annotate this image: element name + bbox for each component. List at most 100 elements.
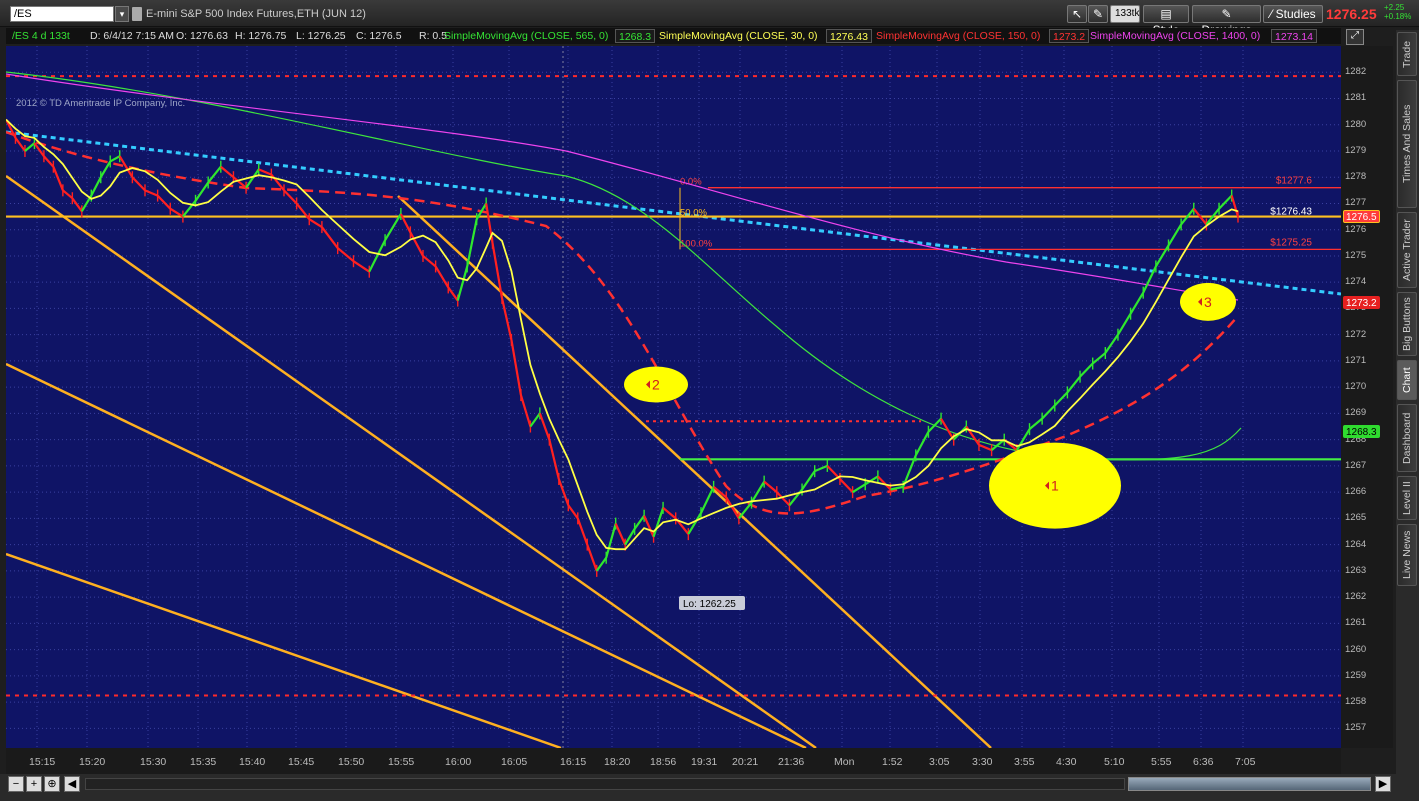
cursor-icon[interactable]: ↖ bbox=[1067, 5, 1087, 23]
price-tick-label: 1262 bbox=[1345, 591, 1367, 603]
price-segment bbox=[927, 417, 942, 433]
price-segment bbox=[529, 412, 541, 428]
price-tick-label: 1259 bbox=[1345, 669, 1367, 681]
price-segment bbox=[510, 339, 522, 396]
fibonacci-retracement[interactable]: 0.0% $1277.650.0% $1276.43100.0% $1275.25 bbox=[679, 176, 1341, 251]
zoom-in-button[interactable]: + bbox=[26, 776, 42, 792]
price-tick-label: 1279 bbox=[1345, 144, 1367, 156]
time-tick-label: 15:50 bbox=[338, 756, 365, 768]
marker-label: 3 bbox=[1204, 294, 1212, 310]
price-segment bbox=[422, 255, 437, 268]
marker-label: 1 bbox=[1051, 478, 1059, 494]
side-tab-trade[interactable]: Trade bbox=[1397, 32, 1417, 76]
sma-565-label[interactable]: SimpleMovingAvg (CLOSE, 565, 0) bbox=[444, 30, 608, 42]
price-segment bbox=[90, 176, 102, 197]
trend-line[interactable] bbox=[6, 552, 562, 748]
bar-datetime: D: 6/4/12 7:15 AM bbox=[90, 30, 175, 42]
symbol-dropdown-button[interactable]: ▾ bbox=[115, 6, 129, 22]
price-tag: 1273.2 bbox=[1343, 296, 1380, 310]
aggregation-button[interactable]: 133tk bbox=[1110, 5, 1140, 23]
price-segment bbox=[1053, 391, 1069, 407]
time-tick-label: 21:36 bbox=[778, 756, 805, 768]
side-tab-dashboard[interactable]: Dashboard bbox=[1397, 404, 1417, 472]
price-segment bbox=[1117, 313, 1132, 336]
price-segment bbox=[144, 189, 159, 197]
side-tab-chart[interactable]: Chart bbox=[1397, 360, 1417, 400]
time-scrollbar[interactable] bbox=[85, 778, 1125, 790]
fib-value-label: $1277.6 bbox=[1276, 176, 1313, 187]
price-segment bbox=[321, 226, 339, 249]
trend-line[interactable] bbox=[397, 195, 992, 748]
symbol-input[interactable]: /ES bbox=[10, 6, 114, 22]
wrench-icon[interactable]: ✎ bbox=[1088, 5, 1108, 23]
side-tab-live-news[interactable]: Live News bbox=[1397, 524, 1417, 586]
time-tick-label: 16:15 bbox=[560, 756, 587, 768]
trend-line-dotted[interactable] bbox=[6, 130, 1341, 296]
price-segment bbox=[131, 176, 146, 192]
toolbar: /ES ▾ E-mini S&P 500 Index Futures,ETH (… bbox=[0, 0, 1419, 37]
price-segment bbox=[434, 265, 450, 289]
fib-level-label: 100.0% bbox=[680, 238, 713, 249]
price-tick-label: 1258 bbox=[1345, 696, 1367, 708]
side-tab-level-ii[interactable]: Level II bbox=[1397, 476, 1417, 520]
studies-button[interactable]: ⁄ Studies bbox=[1263, 5, 1323, 23]
time-tick-label: 4:30 bbox=[1056, 756, 1077, 768]
time-tick-label: 20:21 bbox=[732, 756, 759, 768]
style-button[interactable]: ▤ Style bbox=[1143, 5, 1189, 37]
time-tick-label: 18:20 bbox=[604, 756, 631, 768]
price-segment bbox=[194, 181, 210, 202]
fib-level-label: 50.0% bbox=[680, 207, 707, 218]
marker-label: 2 bbox=[652, 377, 660, 393]
bar-high: H: 1276.75 bbox=[235, 30, 287, 42]
side-tab-times-and-sales[interactable]: Times And Sales bbox=[1397, 80, 1417, 208]
price-tick-label: 1275 bbox=[1345, 249, 1367, 261]
time-tick-label: 16:00 bbox=[445, 756, 472, 768]
time-tick-label: 5:10 bbox=[1104, 756, 1125, 768]
time-tick-label: 15:30 bbox=[140, 756, 167, 768]
chart-area[interactable]: 0.0% $1277.6 50.0% $1276.43 100.0% $1275.25 L… bbox=[6, 46, 1341, 748]
pan-right-button[interactable]: ▶ bbox=[1375, 776, 1391, 792]
price-segment bbox=[14, 137, 26, 152]
time-tick-label: 19:31 bbox=[691, 756, 718, 768]
price-segment bbox=[1167, 223, 1183, 247]
price-segment bbox=[1041, 404, 1056, 420]
price-tick-label: 1266 bbox=[1345, 486, 1367, 498]
price-chart[interactable]: 0.0% $1277.650.0% $1276.43100.0% $1275.25 L… bbox=[6, 46, 1341, 748]
scrollbar-thumb[interactable] bbox=[1128, 777, 1371, 791]
fit-icon[interactable]: ⊕ bbox=[44, 776, 60, 792]
time-tick-label: 15:35 bbox=[190, 756, 217, 768]
price-tick-label: 1264 bbox=[1345, 538, 1367, 550]
time-tick-label: 6:36 bbox=[1193, 756, 1214, 768]
price-segment bbox=[519, 394, 532, 427]
price-segment bbox=[801, 470, 816, 491]
pan-left-button[interactable]: ◀ bbox=[64, 776, 80, 792]
price-tick-label: 1269 bbox=[1345, 407, 1367, 419]
price-segment bbox=[633, 515, 646, 530]
link-icon[interactable] bbox=[132, 7, 142, 21]
price-axis[interactable]: 1257 1258 1259 1260 1261 1262 1263 1264 1265 1266… bbox=[1341, 46, 1393, 748]
net-change: +2.25 +0.18% bbox=[1384, 3, 1411, 21]
last-price: 1276.25 bbox=[1326, 6, 1377, 22]
price-segment bbox=[1230, 195, 1240, 217]
time-axis[interactable]: 15:15 15:20 15:30 15:35 15:40 15:45 15:50 15:55… bbox=[6, 748, 1341, 774]
side-tabs: Trade Times And Sales Active Trader Big But… bbox=[1396, 30, 1419, 801]
trend-line[interactable] bbox=[6, 174, 817, 748]
sma-1400-label[interactable]: SimpleMovingAvg (CLOSE, 1400, 0) bbox=[1090, 30, 1260, 42]
sma-150-label[interactable]: SimpleMovingAvg (CLOSE, 150, 0) bbox=[876, 30, 1040, 42]
price-segment bbox=[220, 165, 235, 179]
side-tab-active-trader[interactable]: Active Trader bbox=[1397, 212, 1417, 288]
time-tick-label: 15:20 bbox=[79, 756, 106, 768]
contract-title: E-mini S&P 500 Index Futures,ETH (JUN 12… bbox=[146, 8, 366, 20]
side-tab-big-buttons[interactable]: Big Buttons bbox=[1397, 292, 1417, 356]
zoom-out-button[interactable]: − bbox=[8, 776, 24, 792]
sma-1400-line[interactable] bbox=[6, 73, 1239, 301]
period-label[interactable]: /ES 4 d 133t bbox=[12, 30, 70, 42]
price-tick-label: 1281 bbox=[1345, 92, 1367, 104]
drawings-button[interactable]: ✎ Drawings bbox=[1192, 5, 1261, 37]
price-tag: 1268.3 bbox=[1343, 424, 1380, 438]
price-tick-label: 1271 bbox=[1345, 354, 1367, 366]
time-tick-label: Mon bbox=[834, 756, 855, 768]
sma-30-label[interactable]: SimpleMovingAvg (CLOSE, 30, 0) bbox=[659, 30, 818, 42]
sma-565-line[interactable] bbox=[6, 71, 1242, 461]
expand-icon[interactable]: ⤢ bbox=[1346, 29, 1364, 45]
